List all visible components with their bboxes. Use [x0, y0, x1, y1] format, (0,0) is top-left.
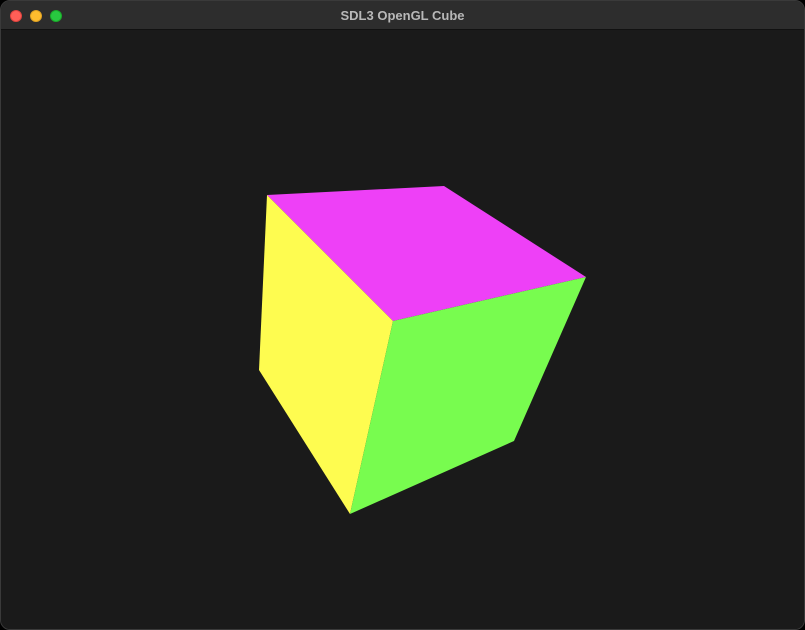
- opengl-viewport[interactable]: [1, 30, 804, 629]
- cube-render: [259, 186, 586, 514]
- app-window: SDL3 OpenGL Cube: [0, 0, 805, 630]
- window-title: SDL3 OpenGL Cube: [340, 8, 465, 23]
- title-bar[interactable]: SDL3 OpenGL Cube: [1, 1, 804, 30]
